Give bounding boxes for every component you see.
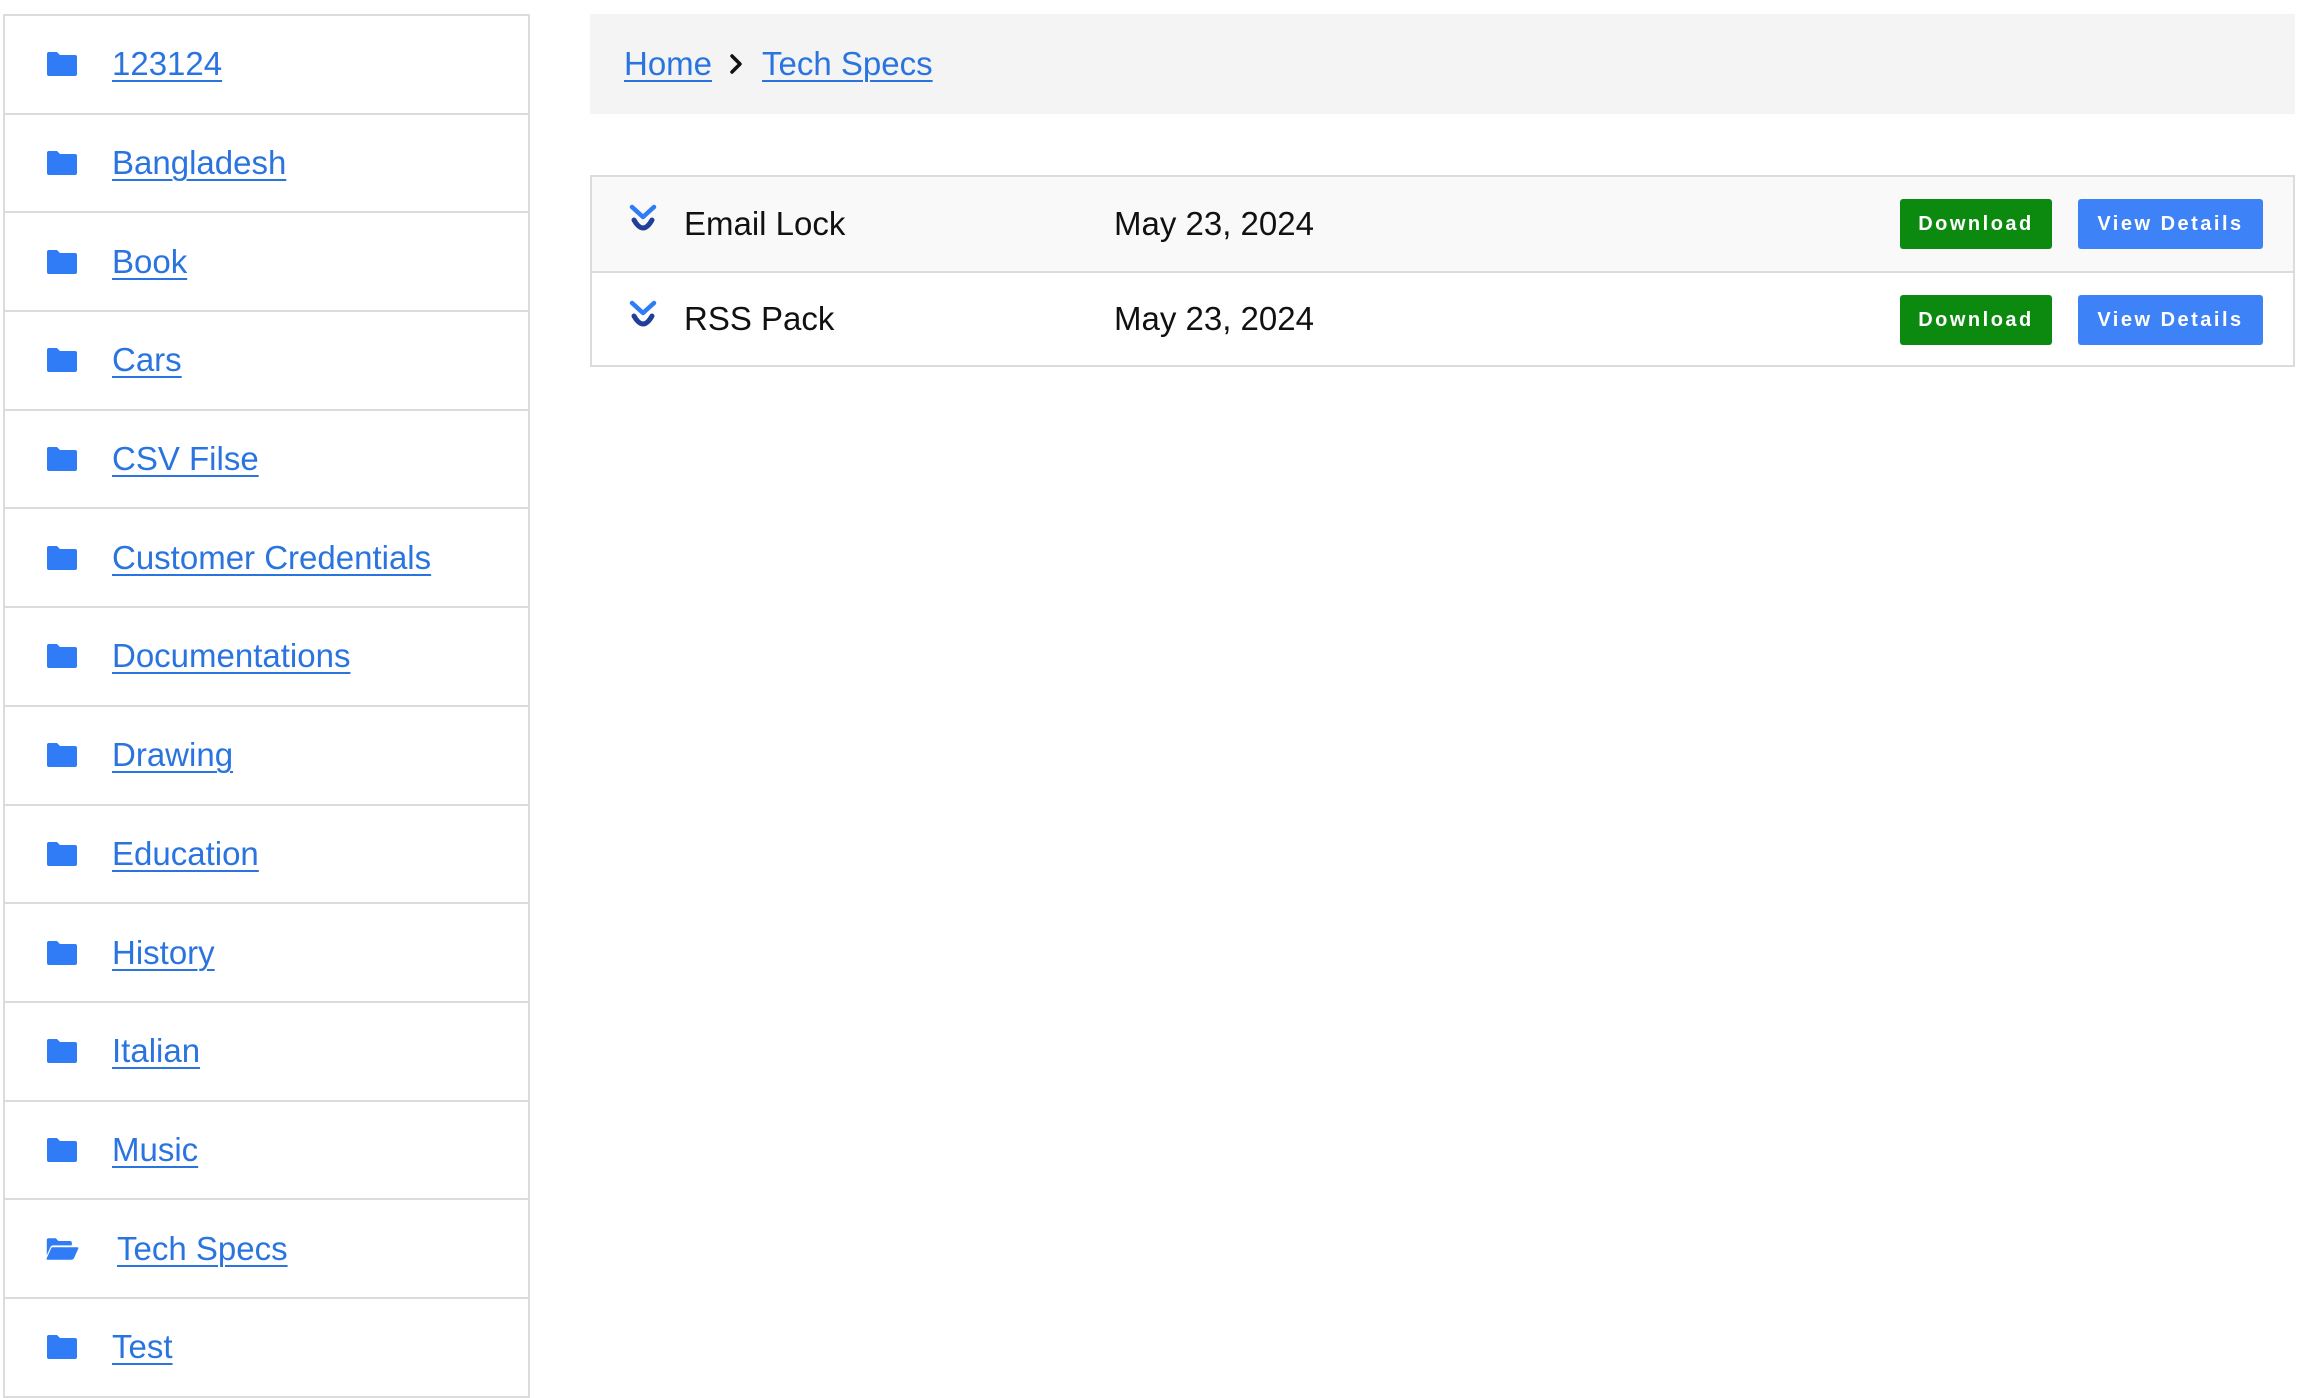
breadcrumb-home-link[interactable]: Home: [624, 45, 712, 83]
folder-icon: [45, 248, 79, 276]
folder-icon: [45, 544, 79, 572]
sidebar-item-music[interactable]: Music: [5, 1102, 528, 1201]
folder-icon: [45, 1333, 79, 1361]
sidebar-item-123124[interactable]: 123124: [5, 16, 528, 115]
sidebar-item-bangladesh[interactable]: Bangladesh: [5, 115, 528, 214]
sidebar-item-customer-credentials[interactable]: Customer Credentials: [5, 509, 528, 609]
file-row: RSS Pack May 23, 2024 Download View Deta…: [592, 271, 2293, 365]
download-button[interactable]: Download: [1900, 199, 2052, 249]
sidebar-item-label[interactable]: 123124: [112, 45, 222, 83]
sidebar-item-label[interactable]: Cars: [112, 341, 182, 379]
sidebar-item-label[interactable]: Customer Credentials: [112, 539, 431, 577]
folder-sidebar: 123124 Bangladesh Book Cars CSV Filse Cu…: [3, 14, 530, 1398]
sidebar-item-label[interactable]: CSV Filse: [112, 440, 259, 478]
view-details-button[interactable]: View Details: [2078, 295, 2263, 345]
folder-icon: [45, 1136, 79, 1164]
sidebar-item-test[interactable]: Test: [5, 1299, 528, 1398]
sidebar-item-label[interactable]: History: [112, 934, 215, 972]
sidebar-item-label[interactable]: Tech Specs: [117, 1230, 288, 1268]
sidebar-item-label[interactable]: Book: [112, 243, 187, 281]
sidebar-item-education[interactable]: Education: [5, 806, 528, 905]
sidebar-item-cars[interactable]: Cars: [5, 312, 528, 411]
file-date: May 23, 2024: [1114, 300, 1314, 337]
sidebar-item-label[interactable]: Music: [112, 1131, 198, 1169]
sidebar-item-label[interactable]: Test: [112, 1328, 173, 1366]
folder-icon: [45, 741, 79, 769]
folder-icon: [45, 149, 79, 177]
folder-icon: [45, 445, 79, 473]
breadcrumb-current-link[interactable]: Tech Specs: [762, 45, 933, 83]
breadcrumb: Home Tech Specs: [590, 14, 2295, 114]
file-row: Email Lock May 23, 2024 Download View De…: [592, 177, 2293, 271]
folder-icon: [45, 939, 79, 967]
folder-open-icon: [45, 1235, 79, 1263]
sidebar-item-label[interactable]: Italian: [112, 1032, 200, 1070]
sidebar-item-label[interactable]: Bangladesh: [112, 144, 286, 182]
chevron-double-down-icon[interactable]: [628, 203, 658, 237]
sidebar-item-documentations[interactable]: Documentations: [5, 608, 528, 707]
sidebar-item-csv-filse[interactable]: CSV Filse: [5, 411, 528, 510]
folder-icon: [45, 642, 79, 670]
folder-icon: [45, 840, 79, 868]
file-date: May 23, 2024: [1114, 205, 1314, 242]
sidebar-item-book[interactable]: Book: [5, 213, 528, 313]
sidebar-item-tech-specs[interactable]: Tech Specs: [5, 1200, 528, 1299]
sidebar-item-label[interactable]: Drawing: [112, 736, 233, 774]
folder-icon: [45, 50, 79, 78]
sidebar-item-drawing[interactable]: Drawing: [5, 707, 528, 806]
sidebar-item-italian[interactable]: Italian: [5, 1003, 528, 1102]
file-list: Email Lock May 23, 2024 Download View De…: [590, 175, 2295, 367]
download-button[interactable]: Download: [1900, 295, 2052, 345]
chevron-right-icon: [726, 51, 746, 77]
folder-icon: [45, 346, 79, 374]
sidebar-item-history[interactable]: History: [5, 904, 528, 1003]
file-name: Email Lock: [684, 205, 846, 242]
view-details-button[interactable]: View Details: [2078, 199, 2263, 249]
chevron-double-down-icon[interactable]: [628, 299, 658, 333]
sidebar-item-label[interactable]: Education: [112, 835, 259, 873]
file-name: RSS Pack: [684, 300, 835, 337]
sidebar-item-label[interactable]: Documentations: [112, 637, 350, 675]
folder-icon: [45, 1037, 79, 1065]
